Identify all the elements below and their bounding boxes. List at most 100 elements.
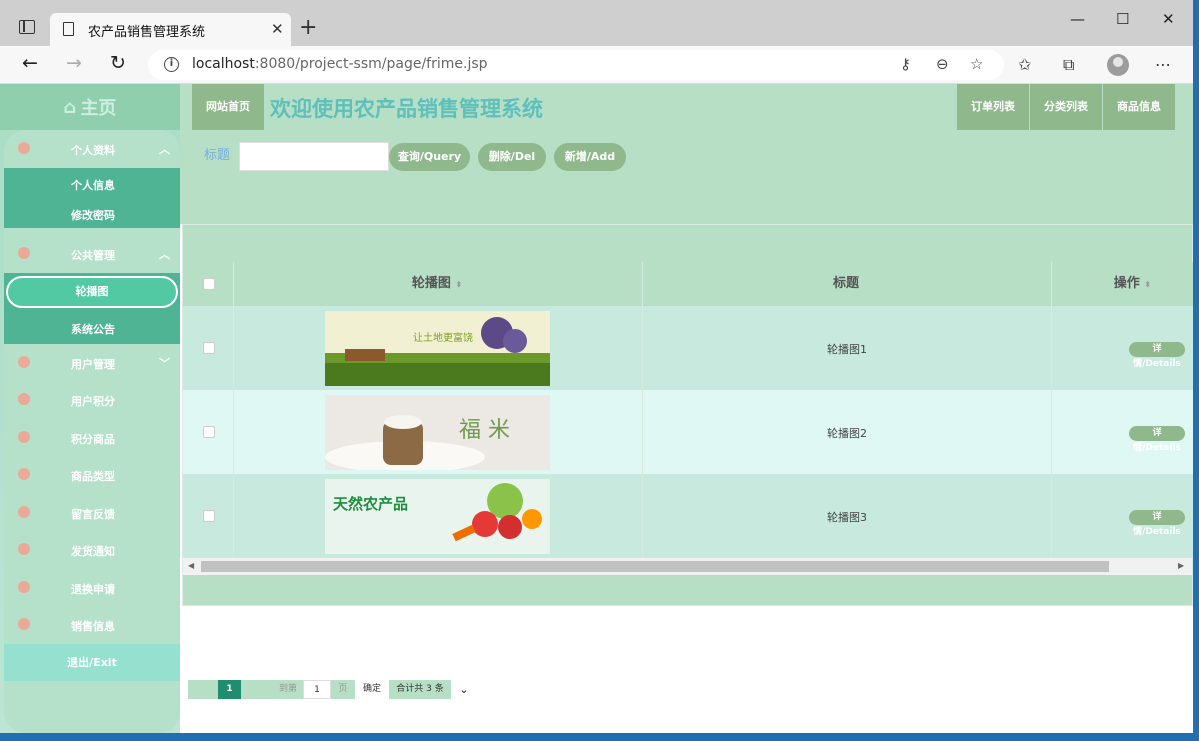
chevron-up-icon: ︿ bbox=[159, 143, 170, 156]
page-icon bbox=[63, 22, 74, 36]
data-table: 轮播图 ⬍ 标题 操作 ⬍ 让土地更富饶 轮播图1 详情/Details 福 米… bbox=[182, 224, 1193, 606]
scroll-right-icon[interactable]: ▶ bbox=[1178, 561, 1184, 570]
refresh-icon[interactable]: ↻ bbox=[110, 54, 126, 73]
menu-group-public[interactable]: 公共管理 ︿ bbox=[4, 235, 180, 273]
logout-button[interactable]: 退出/Exit bbox=[4, 644, 180, 681]
site-home-link[interactable]: 网站首页 bbox=[192, 84, 264, 130]
chevron-down-icon: ﹀ bbox=[159, 357, 170, 370]
page-title: 欢迎使用农产品销售管理系统 bbox=[270, 97, 543, 121]
menu-item-change-password[interactable]: 修改密码 bbox=[4, 198, 180, 228]
zoom-out-icon[interactable]: ⊖ bbox=[936, 57, 949, 72]
banner-caption: 让土地更富饶 bbox=[413, 331, 473, 344]
sales-icon bbox=[18, 618, 30, 630]
url-field[interactable]: i localhost:8080/project-ssm/page/frime.… bbox=[148, 50, 1004, 80]
users-icon bbox=[18, 356, 30, 368]
horizontal-scrollbar[interactable]: ◀ ▶ bbox=[183, 558, 1192, 575]
tab-title: 农产品销售管理系统 bbox=[88, 25, 206, 40]
row-checkbox[interactable] bbox=[203, 510, 215, 522]
active-tab[interactable]: 农产品销售管理系统 ✕ bbox=[50, 13, 291, 46]
page-size-select[interactable]: ⌄ bbox=[451, 680, 477, 699]
menu-item-announcement[interactable]: 系统公告 bbox=[4, 311, 180, 344]
add-button[interactable]: 新增/Add bbox=[554, 143, 626, 171]
close-tab-icon[interactable]: ✕ bbox=[271, 22, 284, 37]
group-label: 商品类型 bbox=[71, 470, 115, 483]
row-title: 轮播图2 bbox=[827, 427, 867, 440]
item-label: 修改密码 bbox=[71, 209, 115, 222]
url-path: :8080/project-ssm/page/frime.jsp bbox=[254, 56, 488, 72]
next-page[interactable] bbox=[241, 680, 263, 699]
select-all-checkbox[interactable] bbox=[203, 278, 215, 290]
table-header: 轮播图 ⬍ 标题 操作 ⬍ bbox=[183, 262, 1193, 306]
column-divider bbox=[1051, 262, 1052, 558]
menu-group-point-goods[interactable]: 积分商品 bbox=[4, 419, 180, 457]
top-navbar: 网站首页 欢迎使用农产品销售管理系统 订单列表 分类列表 商品信息 bbox=[180, 84, 1193, 130]
group-label: 公共管理 bbox=[71, 249, 115, 262]
sidebar: ⌂ 主页 个人资料 ︿ 个人信息 修改密码 公共管理 ︿ 轮播图 系统公告 用户管理 ﹀… bbox=[0, 84, 180, 733]
page-unit: 页 bbox=[331, 680, 355, 699]
col-label: 操作 bbox=[1113, 276, 1140, 291]
menu-group-feedback[interactable]: 留言反馈 bbox=[4, 494, 180, 532]
row-title: 轮播图1 bbox=[827, 343, 867, 356]
table-row: 让土地更富饶 轮播图1 详情/Details bbox=[183, 306, 1193, 390]
menu-group-users[interactable]: 用户管理 ﹀ bbox=[4, 344, 180, 382]
menu-group-shipping[interactable]: 发货通知 bbox=[4, 531, 180, 569]
key-icon[interactable]: ⚷ bbox=[900, 57, 911, 72]
tab-actions-icon[interactable] bbox=[19, 20, 35, 34]
details-button[interactable]: 详情/Details bbox=[1129, 510, 1185, 537]
menu-group-returns[interactable]: 退换申请 bbox=[4, 569, 180, 607]
row-checkbox[interactable] bbox=[203, 342, 215, 354]
goto-page-input[interactable]: 1 bbox=[303, 680, 331, 699]
prev-page[interactable] bbox=[188, 680, 218, 699]
menu-group-goods-type[interactable]: 商品类型 bbox=[4, 456, 180, 494]
site-info-icon[interactable]: i bbox=[164, 57, 179, 72]
category-icon bbox=[18, 468, 30, 480]
new-tab-icon[interactable]: + bbox=[299, 17, 317, 39]
sidebar-home-label: 主页 bbox=[80, 98, 117, 119]
delete-button[interactable]: 删除/Del bbox=[478, 143, 546, 171]
add-favorite-icon[interactable]: ☆ bbox=[970, 57, 983, 72]
favorites-icon[interactable]: ✩ bbox=[1018, 57, 1031, 73]
search-input[interactable] bbox=[239, 142, 389, 171]
profile-avatar[interactable] bbox=[1107, 54, 1129, 76]
nav-products[interactable]: 商品信息 bbox=[1103, 84, 1175, 130]
table-row: 福 米 轮播图2 详情/Details bbox=[183, 390, 1193, 474]
maximize-button[interactable]: ☐ bbox=[1116, 12, 1129, 27]
page-1[interactable]: 1 bbox=[218, 680, 241, 699]
sort-icon[interactable]: ⬍ bbox=[455, 280, 462, 289]
message-icon bbox=[18, 506, 30, 518]
scroll-left-icon[interactable]: ◀ bbox=[188, 561, 194, 570]
menu-group-user-points[interactable]: 用户积分 bbox=[4, 381, 180, 419]
details-button[interactable]: 详情/Details bbox=[1129, 426, 1185, 453]
profile-icon bbox=[18, 142, 30, 154]
table-row: 天然农产品 轮播图3 详情/Details bbox=[183, 474, 1193, 558]
row-checkbox[interactable] bbox=[203, 426, 215, 438]
sidebar-home[interactable]: ⌂ 主页 bbox=[0, 84, 180, 130]
collections-icon[interactable]: ⧉ bbox=[1063, 57, 1074, 73]
url-host: localhost bbox=[192, 56, 255, 72]
menu-item-personal-info[interactable]: 个人信息 bbox=[4, 168, 180, 198]
menu-group-profile[interactable]: 个人资料 ︿ bbox=[4, 130, 180, 168]
url-text[interactable]: localhost:8080/project-ssm/page/frime.js… bbox=[192, 56, 488, 72]
nav-categories[interactable]: 分类列表 bbox=[1030, 84, 1102, 130]
item-label: 轮播图 bbox=[75, 285, 109, 298]
group-label: 个人资料 bbox=[71, 144, 115, 157]
more-menu-icon[interactable]: ⋯ bbox=[1155, 57, 1171, 73]
scroll-thumb[interactable] bbox=[201, 561, 1109, 572]
close-window-button[interactable]: ✕ bbox=[1162, 12, 1175, 27]
nav-orders[interactable]: 订单列表 bbox=[957, 84, 1029, 130]
minimize-button[interactable]: — bbox=[1070, 12, 1085, 27]
pagination: 1 到第 1 页 确定 合计共 3 条 ⌄ bbox=[188, 680, 477, 699]
menu-item-carousel[interactable]: 轮播图 bbox=[6, 276, 178, 308]
group-label: 发货通知 bbox=[71, 545, 115, 558]
sort-icon[interactable]: ⬍ bbox=[1144, 280, 1151, 289]
back-icon[interactable]: ← bbox=[22, 54, 38, 73]
details-button[interactable]: 详情/Details bbox=[1129, 342, 1185, 369]
col-carousel[interactable]: 轮播图 ⬍ bbox=[233, 262, 641, 306]
column-divider bbox=[642, 262, 643, 558]
banner-caption: 福 米 bbox=[459, 418, 510, 443]
menu-group-sales[interactable]: 销售信息 bbox=[4, 606, 180, 644]
browser-window: 农产品销售管理系统 ✕ + — ☐ ✕ ← → ↻ i localhost:80… bbox=[0, 0, 1193, 733]
column-divider bbox=[233, 262, 234, 558]
query-button[interactable]: 查询/Query bbox=[389, 143, 470, 171]
goto-confirm-button[interactable]: 确定 bbox=[355, 680, 389, 699]
